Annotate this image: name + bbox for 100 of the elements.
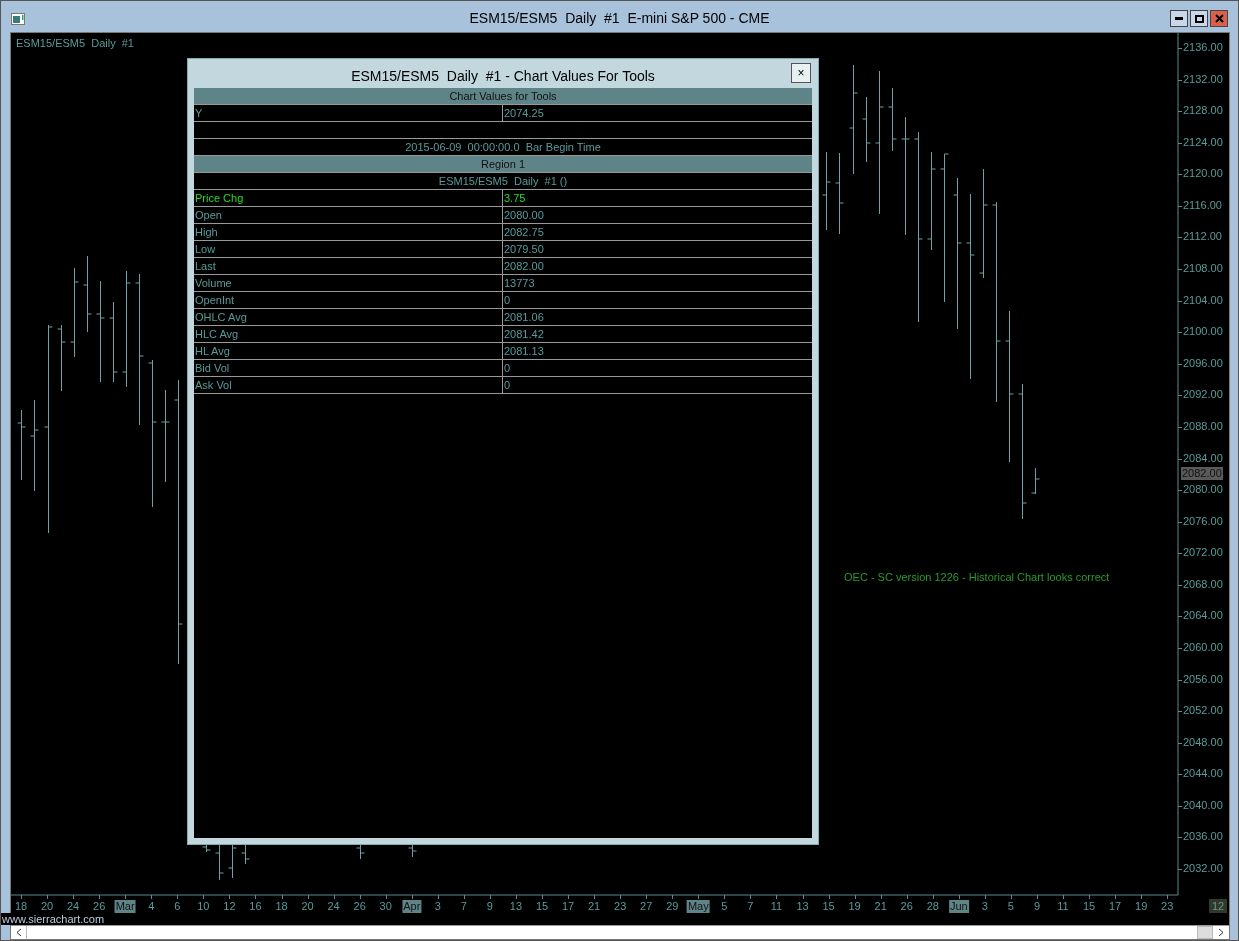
date-axis-label: 11 <box>769 900 784 913</box>
date-axis-label: 19 <box>847 900 862 913</box>
value-label: High <box>194 224 503 240</box>
price-axis-label: 2068.00 <box>1183 577 1223 591</box>
date-axis-label: 18 <box>13 900 29 913</box>
dialog-close-button[interactable]: × <box>791 63 811 83</box>
date-axis-label: 17 <box>1107 900 1123 913</box>
date-axis-label: May <box>686 900 710 913</box>
close-icon <box>1214 14 1224 23</box>
value-label: HL Avg <box>194 343 503 359</box>
maximize-icon <box>1194 14 1204 23</box>
date-axis-label: 6 <box>173 900 182 913</box>
date-axis-label: Mar <box>114 900 136 913</box>
price-axis-label: 2112.00 <box>1183 230 1222 244</box>
date-axis-label: 13 <box>508 900 524 913</box>
date-axis-label: 24 <box>65 900 81 913</box>
maximize-button[interactable] <box>1190 10 1208 27</box>
date-axis-label: 28 <box>925 900 940 913</box>
date-axis-label: 3 <box>980 900 989 913</box>
price-axis-label: 2052.00 <box>1183 704 1223 718</box>
price-axis-label: 2104.00 <box>1183 293 1223 307</box>
chart-label: ESM15/ESM5 Daily #1 <box>16 36 134 51</box>
value-label: HLC Avg <box>194 326 503 342</box>
value-label: OpenInt <box>194 292 503 308</box>
value-label: OHLC Avg <box>194 309 503 325</box>
scrollbar-thumb[interactable] <box>1197 926 1213 939</box>
dialog-title: ESM15/ESM5 Daily #1 - Chart Values For Tools <box>351 67 655 86</box>
date-axis-label: 10 <box>196 900 211 913</box>
date-axis-label: 26 <box>352 900 367 913</box>
value-cell-text: 2082.00 <box>503 259 545 274</box>
date-axis-label: 5 <box>720 900 729 913</box>
date-axis-label: 30 <box>378 900 393 913</box>
minimize-icon <box>1175 17 1183 20</box>
value-cell-text: 2081.42 <box>503 327 545 342</box>
value-cell-text: 0 <box>503 378 512 393</box>
date-axis-label: 26 <box>92 900 107 913</box>
price-axis-label: 2132.00 <box>1183 72 1223 86</box>
app-icon <box>11 13 25 25</box>
price-axis-label: 2128.00 <box>1183 104 1223 118</box>
value-cell-text: 0 <box>503 361 512 376</box>
close-button[interactable] <box>1210 10 1228 27</box>
price-axis-label: 2040.00 <box>1183 798 1223 812</box>
price-axis-label: 2100.00 <box>1183 325 1223 339</box>
date-axis-label: 15 <box>534 900 550 913</box>
date-axis-label: 19 <box>1134 900 1149 913</box>
price-axis-label: 2072.00 <box>1183 546 1223 560</box>
date-axis-label: Jun <box>948 900 969 913</box>
value-label: Low <box>194 241 503 257</box>
price-axis-label: 2136.00 <box>1183 41 1223 54</box>
value-label: Ask Vol <box>194 377 503 393</box>
date-axis-label: Apr <box>402 900 422 913</box>
date-axis-label: 27 <box>639 900 654 913</box>
price-axis-label: 2060.00 <box>1183 640 1223 654</box>
price-axis-label: 2076.00 <box>1183 514 1223 528</box>
price-axis-label: 2116.00 <box>1183 198 1222 212</box>
date-axis-label: 23 <box>613 900 628 913</box>
chevron-left-icon <box>15 928 22 937</box>
chevron-right-icon <box>1218 928 1224 937</box>
date-axis-label: 7 <box>746 900 755 913</box>
value-label: Last <box>194 258 503 274</box>
section-header: Region 1 <box>194 156 812 173</box>
date-axis-label: 9 <box>1032 900 1041 913</box>
date-axis-label: 23 <box>1160 900 1175 913</box>
value-label: Y <box>194 105 503 121</box>
date-axis-label: 21 <box>873 900 888 913</box>
section-header: Chart Values for Tools <box>194 88 812 105</box>
price-axis-label: 2064.00 <box>1183 609 1223 623</box>
date-axis-label: 5 <box>1006 900 1015 913</box>
date-axis-label: 18 <box>274 900 289 913</box>
last-price-marker: 2082.00 <box>1181 467 1223 481</box>
value-label: Volume <box>194 275 503 291</box>
price-axis-label: 2124.00 <box>1183 135 1223 149</box>
date-axis-label: 15 <box>821 900 836 913</box>
date-axis-label: 13 <box>795 900 810 913</box>
date-axis-label: 4 <box>147 900 156 913</box>
price-axis-label: 2092.00 <box>1183 388 1223 402</box>
date-axis-label: 3 <box>433 900 442 913</box>
value-label: Price Chg <box>194 190 503 206</box>
price-axis-label: 2084.00 <box>1183 451 1223 465</box>
date-axis-label: 15 <box>1081 900 1097 913</box>
date-axis-label: 20 <box>39 900 55 913</box>
site-link[interactable]: www.sierrachart.com <box>1 913 106 925</box>
date-axis-label: 16 <box>248 900 263 913</box>
date-axis-label: 7 <box>459 900 468 913</box>
window-title: ESM15/ESM5 Daily #1 E-mini S&P 500 - CME <box>469 11 770 25</box>
date-axis-label: 26 <box>899 900 914 913</box>
date-axis-label: 17 <box>560 900 576 913</box>
date-axis-label: 20 <box>300 900 315 913</box>
date-axis-label: 29 <box>665 900 680 913</box>
price-axis-label: 2080.00 <box>1183 483 1223 497</box>
date-axis-label: 21 <box>586 900 602 913</box>
value-cell-text: 2074.25 <box>503 106 545 121</box>
date-axis-label: 11 <box>1056 900 1070 913</box>
price-axis-label: 2036.00 <box>1183 830 1223 844</box>
date-axis-label: 9 <box>485 900 494 913</box>
price-axis-label: 2088.00 <box>1183 419 1223 433</box>
minimize-button[interactable] <box>1170 10 1188 27</box>
value-cell-text: 2080.00 <box>503 208 545 223</box>
value-label: Open <box>194 207 503 223</box>
price-axis-label: 2096.00 <box>1183 356 1223 370</box>
